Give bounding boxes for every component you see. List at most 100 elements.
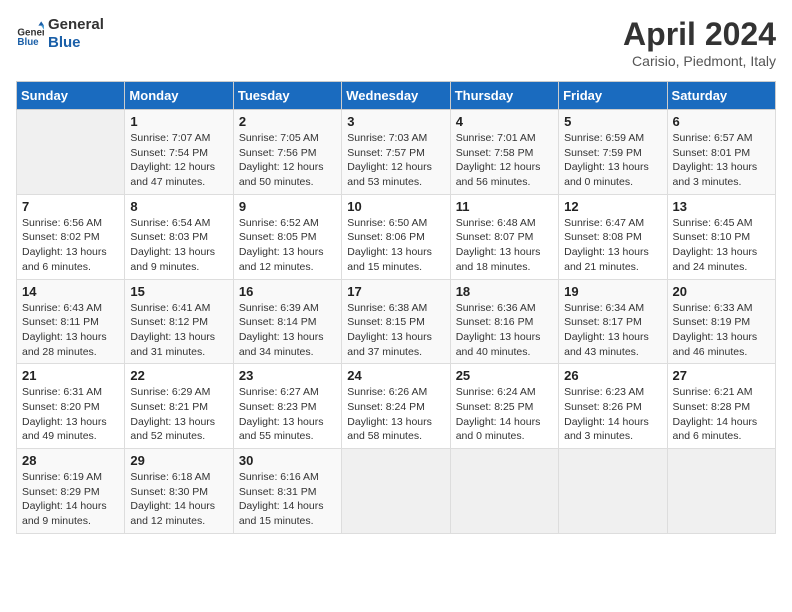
day-number: 18: [456, 284, 553, 299]
day-cell: 8Sunrise: 6:54 AMSunset: 8:03 PMDaylight…: [125, 194, 233, 279]
day-cell: 29 Sunrise: 6:18 AMSunset: 8:30 PMDayligh…: [125, 449, 233, 534]
day-info: Sunrise: 6:48 AMSunset: 8:07 PMDaylight:…: [456, 216, 553, 275]
day-cell: 1Sunrise: 7:07 AMSunset: 7:54 PMDaylight…: [125, 110, 233, 195]
day-info: Sunrise: 6:41 AMSunset: 8:12 PMDaylight:…: [130, 301, 227, 360]
logo-line2: Blue: [48, 34, 104, 52]
day-cell: [17, 110, 125, 195]
day-number: 23: [239, 368, 336, 383]
day-number: 16: [239, 284, 336, 299]
day-number: 22: [130, 368, 227, 383]
day-number: 12: [564, 199, 661, 214]
day-info: Sunrise: 6:57 AMSunset: 8:01 PMDaylight:…: [673, 131, 770, 190]
day-number: 2: [239, 114, 336, 129]
page-header: General Blue General Blue April 2024 Car…: [16, 16, 776, 69]
week-row-2: 7 Sunrise: 6:56 AMSunset: 8:02 PMDaylight…: [17, 194, 776, 279]
day-cell: 27 Sunrise: 6:21 AMSunset: 8:28 PMDayligh…: [667, 364, 775, 449]
day-cell: 14Sunrise: 6:43 AMSunset: 8:11 PMDayligh…: [17, 279, 125, 364]
day-info: Sunrise: 6:16 AMSunset: 8:31 PMDaylight:…: [239, 470, 336, 529]
title-block: April 2024 Carisio, Piedmont, Italy: [623, 16, 776, 69]
day-cell: 20 Sunrise: 6:33 AMSunset: 8:19 PMDayligh…: [667, 279, 775, 364]
day-number: 25: [456, 368, 553, 383]
logo-line1: General: [48, 16, 104, 34]
day-cell: [342, 449, 450, 534]
day-cell: 25 Sunrise: 6:24 AMSunset: 8:25 PMDayligh…: [450, 364, 558, 449]
day-info: Sunrise: 6:52 AMSunset: 8:05 PMDaylight:…: [239, 216, 336, 275]
day-cell: 12 Sunrise: 6:47 AMSunset: 8:08 PMDayligh…: [559, 194, 667, 279]
header-saturday: Saturday: [667, 82, 775, 110]
week-row-5: 28Sunrise: 6:19 AMSunset: 8:29 PMDayligh…: [17, 449, 776, 534]
day-cell: [559, 449, 667, 534]
day-info: Sunrise: 6:31 AMSunset: 8:20 PMDaylight:…: [22, 385, 119, 444]
day-info: Sunrise: 6:43 AMSunset: 8:11 PMDaylight:…: [22, 301, 119, 360]
week-row-4: 21 Sunrise: 6:31 AMSunset: 8:20 PMDayligh…: [17, 364, 776, 449]
day-cell: 28Sunrise: 6:19 AMSunset: 8:29 PMDayligh…: [17, 449, 125, 534]
day-cell: 2Sunrise: 7:05 AMSunset: 7:56 PMDaylight…: [233, 110, 341, 195]
day-info: Sunrise: 6:26 AMSunset: 8:24 PMDaylight:…: [347, 385, 444, 444]
day-cell: 15 Sunrise: 6:41 AMSunset: 8:12 PMDayligh…: [125, 279, 233, 364]
day-cell: [667, 449, 775, 534]
day-number: 28: [22, 453, 119, 468]
day-info: Sunrise: 6:45 AMSunset: 8:10 PMDaylight:…: [673, 216, 770, 275]
day-cell: 5Sunrise: 6:59 AMSunset: 7:59 PMDaylight…: [559, 110, 667, 195]
day-cell: 19Sunrise: 6:34 AMSunset: 8:17 PMDayligh…: [559, 279, 667, 364]
day-number: 4: [456, 114, 553, 129]
day-number: 5: [564, 114, 661, 129]
day-info: Sunrise: 6:39 AMSunset: 8:14 PMDaylight:…: [239, 301, 336, 360]
day-cell: 10 Sunrise: 6:50 AMSunset: 8:06 PMDayligh…: [342, 194, 450, 279]
header-thursday: Thursday: [450, 82, 558, 110]
calendar-body: 1Sunrise: 7:07 AMSunset: 7:54 PMDaylight…: [17, 110, 776, 534]
day-info: Sunrise: 6:36 AMSunset: 8:16 PMDaylight:…: [456, 301, 553, 360]
week-row-1: 1Sunrise: 7:07 AMSunset: 7:54 PMDaylight…: [17, 110, 776, 195]
day-cell: 30 Sunrise: 6:16 AMSunset: 8:31 PMDayligh…: [233, 449, 341, 534]
day-info: Sunrise: 6:21 AMSunset: 8:28 PMDaylight:…: [673, 385, 770, 444]
day-cell: 17 Sunrise: 6:38 AMSunset: 8:15 PMDayligh…: [342, 279, 450, 364]
header-wednesday: Wednesday: [342, 82, 450, 110]
day-info: Sunrise: 6:24 AMSunset: 8:25 PMDaylight:…: [456, 385, 553, 444]
header-row: SundayMondayTuesdayWednesdayThursdayFrid…: [17, 82, 776, 110]
day-number: 3: [347, 114, 444, 129]
day-number: 26: [564, 368, 661, 383]
day-info: Sunrise: 6:56 AMSunset: 8:02 PMDaylight:…: [22, 216, 119, 275]
day-info: Sunrise: 6:47 AMSunset: 8:08 PMDaylight:…: [564, 216, 661, 275]
calendar-table: SundayMondayTuesdayWednesdayThursdayFrid…: [16, 81, 776, 534]
day-number: 24: [347, 368, 444, 383]
day-cell: 26Sunrise: 6:23 AMSunset: 8:26 PMDayligh…: [559, 364, 667, 449]
month-title: April 2024: [623, 16, 776, 53]
day-info: Sunrise: 6:50 AMSunset: 8:06 PMDaylight:…: [347, 216, 444, 275]
day-cell: 24 Sunrise: 6:26 AMSunset: 8:24 PMDayligh…: [342, 364, 450, 449]
day-info: Sunrise: 6:38 AMSunset: 8:15 PMDaylight:…: [347, 301, 444, 360]
day-cell: 23 Sunrise: 6:27 AMSunset: 8:23 PMDayligh…: [233, 364, 341, 449]
day-info: Sunrise: 7:03 AMSunset: 7:57 PMDaylight:…: [347, 131, 444, 190]
day-cell: 21 Sunrise: 6:31 AMSunset: 8:20 PMDayligh…: [17, 364, 125, 449]
day-info: Sunrise: 7:07 AMSunset: 7:54 PMDaylight:…: [130, 131, 227, 190]
day-number: 13: [673, 199, 770, 214]
day-cell: 22 Sunrise: 6:29 AMSunset: 8:21 PMDayligh…: [125, 364, 233, 449]
day-number: 30: [239, 453, 336, 468]
header-friday: Friday: [559, 82, 667, 110]
day-number: 29: [130, 453, 227, 468]
day-cell: 3 Sunrise: 7:03 AMSunset: 7:57 PMDaylight…: [342, 110, 450, 195]
day-number: 11: [456, 199, 553, 214]
day-info: Sunrise: 6:34 AMSunset: 8:17 PMDaylight:…: [564, 301, 661, 360]
day-info: Sunrise: 6:18 AMSunset: 8:30 PMDaylight:…: [130, 470, 227, 529]
day-number: 15: [130, 284, 227, 299]
day-number: 21: [22, 368, 119, 383]
day-number: 27: [673, 368, 770, 383]
day-info: Sunrise: 6:29 AMSunset: 8:21 PMDaylight:…: [130, 385, 227, 444]
day-info: Sunrise: 6:33 AMSunset: 8:19 PMDaylight:…: [673, 301, 770, 360]
logo-icon: General Blue: [16, 20, 44, 48]
day-info: Sunrise: 6:27 AMSunset: 8:23 PMDaylight:…: [239, 385, 336, 444]
day-number: 10: [347, 199, 444, 214]
svg-text:Blue: Blue: [17, 37, 39, 48]
day-number: 8: [130, 199, 227, 214]
header-monday: Monday: [125, 82, 233, 110]
location-subtitle: Carisio, Piedmont, Italy: [623, 53, 776, 69]
day-cell: 4Sunrise: 7:01 AMSunset: 7:58 PMDaylight…: [450, 110, 558, 195]
day-cell: 9Sunrise: 6:52 AMSunset: 8:05 PMDaylight…: [233, 194, 341, 279]
day-number: 7: [22, 199, 119, 214]
day-cell: [450, 449, 558, 534]
day-number: 20: [673, 284, 770, 299]
day-number: 17: [347, 284, 444, 299]
calendar-header: SundayMondayTuesdayWednesdayThursdayFrid…: [17, 82, 776, 110]
day-cell: 13 Sunrise: 6:45 AMSunset: 8:10 PMDayligh…: [667, 194, 775, 279]
